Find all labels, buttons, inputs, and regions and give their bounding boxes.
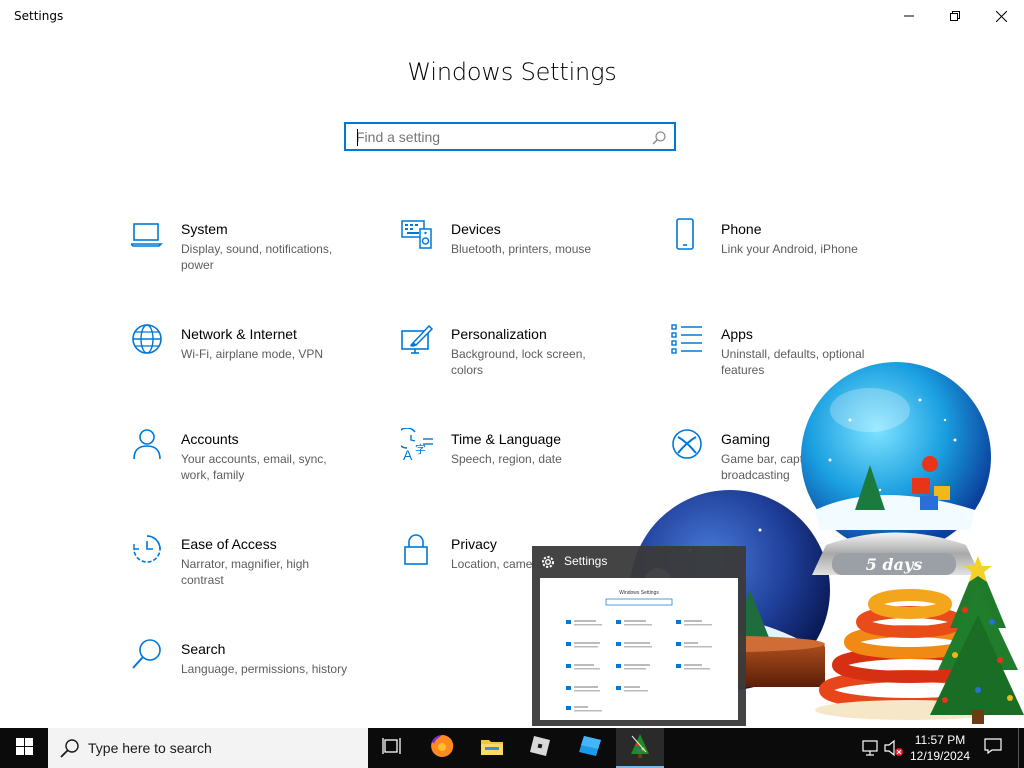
taskbar-app-file-explorer[interactable] (468, 728, 516, 768)
roblox-icon (529, 735, 551, 761)
tile-title: Devices (451, 221, 501, 237)
christmas-tree-app-icon (626, 732, 654, 764)
system-clock[interactable]: 11:57 PM 12/19/2024 (904, 732, 976, 764)
tile-system[interactable]: System Display, sound, notifications, po… (129, 218, 381, 298)
windows-logo-icon (15, 737, 33, 759)
tile-title: Phone (721, 221, 762, 237)
tile-title: Privacy (451, 536, 497, 552)
close-button[interactable] (978, 0, 1024, 32)
tile-description: Link your Android, iPhone (721, 242, 858, 256)
tile-description: Game bar, captures, broadcasting (721, 452, 830, 482)
action-center-button[interactable] (978, 728, 1008, 768)
taskbar-search-label: Type here to search (88, 740, 212, 756)
volume-muted-icon[interactable] (884, 739, 904, 761)
tile-title: Accounts (181, 431, 239, 447)
lock-icon (401, 533, 435, 567)
firefox-icon (430, 734, 454, 762)
find-setting-search[interactable] (344, 122, 676, 151)
taskbar-search-box[interactable]: Type here to search (48, 728, 368, 768)
clock-date: 12/19/2024 (909, 749, 971, 763)
tile-title: Time & Language (451, 431, 561, 447)
tile-devices[interactable]: Devices Bluetooth, printers, mouse (401, 218, 651, 298)
person-icon (131, 428, 165, 462)
tile-title: Apps (721, 326, 753, 342)
paint-monitor-icon (401, 323, 435, 357)
tile-description: Uninstall, defaults, optional features (721, 347, 865, 377)
tile-description: Background, lock screen, colors (451, 347, 586, 377)
xbox-icon (671, 428, 705, 462)
search-input[interactable] (356, 128, 646, 146)
tile-description: Your accounts, email, sync, work, family (181, 452, 327, 482)
notification-icon (984, 738, 1002, 758)
preview-screenshot: Windows Settings (540, 578, 738, 720)
keyboard-speaker-icon (401, 218, 435, 252)
tile-search[interactable]: Search Language, permissions, history (131, 638, 381, 718)
page-title: Windows Settings (407, 58, 617, 86)
taskbar-thumbnail-preview[interactable]: Settings Windows Settings (532, 546, 746, 726)
tile-description: Wi-Fi, airplane mode, VPN (181, 347, 324, 361)
tile-title: Ease of Access (181, 536, 277, 552)
tile-title: Search (181, 641, 226, 657)
tile-accounts[interactable]: Accounts Your accounts, email, sync, wor… (131, 428, 381, 508)
taskbar-app-firefox[interactable] (418, 728, 466, 768)
preview-title: Settings (564, 554, 608, 568)
time-language-icon: A字 (396, 427, 435, 463)
tile-description: Speech, region, date (451, 452, 562, 466)
taskbar-app-christmas-tree[interactable] (616, 728, 664, 768)
tile-description: Language, permissions, history (181, 662, 348, 676)
tile-time-language[interactable]: A字 Time & Language Speech, region, date (396, 427, 651, 508)
taskbar-app-roblox-studio[interactable] (566, 728, 614, 768)
taskbar-app-roblox[interactable] (516, 728, 564, 768)
tile-ease-of-access[interactable]: Ease of Access Narrator, magnifier, high… (131, 533, 381, 613)
taskbar: Type here to search 11:57 PM 12/19/2024 (0, 728, 1024, 768)
tile-phone[interactable]: Phone Link your Android, iPhone (671, 218, 921, 298)
tile-title: Gaming (721, 431, 771, 447)
minimize-button[interactable] (886, 0, 932, 32)
task-view-icon (382, 737, 402, 759)
start-button[interactable] (0, 728, 48, 768)
phone-icon (671, 218, 705, 252)
countdown-label: 5 days (866, 555, 923, 574)
task-view-button[interactable] (368, 728, 416, 768)
window-title: Settings (14, 9, 64, 23)
tile-description: Display, sound, notifications, power (181, 242, 333, 272)
globe-icon (131, 323, 165, 357)
tile-personalization[interactable]: Personalization Background, lock screen,… (401, 323, 651, 403)
show-desktop-button[interactable] (1018, 728, 1024, 768)
search-icon (60, 738, 80, 762)
tile-description: Narrator, magnifier, high contrast (181, 557, 310, 587)
restore-button[interactable] (932, 0, 978, 32)
tile-apps[interactable]: Apps Uninstall, defaults, optional featu… (671, 323, 921, 403)
title-bar: Settings (0, 0, 1024, 32)
gear-icon (540, 554, 556, 574)
file-explorer-icon (480, 736, 504, 760)
network-icon[interactable] (862, 739, 880, 761)
svg-text:A: A (403, 447, 413, 462)
magnifier-icon (131, 638, 165, 672)
apps-list-icon (671, 323, 705, 357)
ease-of-access-icon (131, 533, 165, 567)
preview-mini-heading: Windows Settings (619, 590, 659, 596)
tile-network-internet[interactable]: Network & Internet Wi-Fi, airplane mode,… (131, 323, 381, 403)
laptop-icon (129, 218, 165, 252)
tile-description: Bluetooth, printers, mouse (451, 242, 592, 256)
text-caret (357, 129, 358, 146)
tile-title: System (181, 221, 228, 237)
clock-time: 11:57 PM (914, 733, 966, 747)
roblox-studio-icon (578, 735, 602, 761)
tile-title: Network & Internet (181, 326, 297, 342)
tile-title: Personalization (451, 326, 547, 342)
search-icon (652, 130, 666, 149)
tile-gaming[interactable]: Gaming Game bar, captures, broadcasting (671, 428, 921, 508)
